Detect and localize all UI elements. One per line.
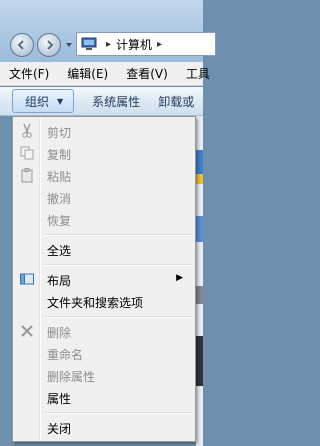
menu-item-undo[interactable]: 撤消	[15, 186, 193, 208]
uninstall-button[interactable]: 卸载或	[158, 93, 194, 110]
menu-item-label: 布局	[47, 274, 72, 288]
organize-menu: 剪切 复制 粘贴 撤消 恢复 全选 布局 ▶ 文件夹和搜索选项 删除 重命名 删…	[12, 116, 196, 442]
menu-item-delete[interactable]: 删除	[15, 320, 193, 342]
menu-item-label: 恢复	[47, 214, 72, 228]
menu-separator	[43, 234, 193, 236]
menu-item-label: 删除属性	[47, 370, 96, 384]
organize-button[interactable]: 组织 ▼	[12, 89, 75, 113]
menu-item-folder-options[interactable]: 文件夹和搜索选项	[15, 290, 193, 312]
scissors-icon	[22, 123, 32, 138]
menu-item-properties[interactable]: 属性	[15, 386, 193, 408]
recent-pages-dropdown-icon[interactable]	[65, 41, 73, 49]
command-bar: 组织 ▼ 系统属性 卸载或	[0, 87, 203, 116]
menu-item-paste[interactable]: 粘贴	[15, 164, 193, 186]
menu-file[interactable]: 文件(F)	[0, 65, 58, 82]
menu-item-layout[interactable]: 布局 ▶	[15, 268, 193, 290]
content-thumb	[196, 336, 203, 386]
menu-separator	[43, 412, 193, 414]
menu-item-label: 全选	[47, 244, 72, 258]
system-properties-button[interactable]: 系统属性	[92, 93, 140, 110]
menu-item-label: 复制	[47, 148, 72, 162]
menu-item-close[interactable]: 关闭	[15, 416, 193, 438]
menu-item-label: 关闭	[47, 422, 72, 436]
content-thumb	[196, 286, 203, 304]
address-chevron-2[interactable]: ▸	[157, 39, 162, 50]
menu-item-label: 属性	[47, 392, 72, 406]
menu-item-select-all[interactable]: 全选	[15, 238, 193, 260]
menu-item-label: 删除	[47, 326, 72, 340]
content-thumb	[196, 174, 203, 184]
address-chevron[interactable]: ▸	[106, 39, 111, 50]
forward-button[interactable]	[37, 33, 61, 57]
delete-x-icon	[21, 325, 33, 337]
menu-separator	[43, 316, 193, 318]
menu-item-label: 重命名	[47, 348, 84, 362]
content-thumb	[196, 150, 203, 174]
content-thumb	[196, 216, 203, 242]
menu-item-label: 撤消	[47, 192, 72, 206]
back-button[interactable]	[10, 33, 34, 57]
address-path[interactable]: 计算机	[116, 36, 152, 53]
menu-item-remove-properties[interactable]: 删除属性	[15, 364, 193, 386]
content-pane-edge	[196, 116, 203, 446]
menu-item-copy[interactable]: 复制	[15, 142, 193, 164]
menu-item-rename[interactable]: 重命名	[15, 342, 193, 364]
copy-icon	[20, 146, 34, 160]
menu-item-label: 粘贴	[47, 170, 72, 184]
menu-tools[interactable]: 工具	[177, 65, 219, 82]
window-titlebar: ▸ 计算机 ▸	[0, 0, 216, 62]
organize-label: 组织	[25, 94, 50, 109]
back-arrow-icon	[17, 40, 24, 50]
submenu-arrow-icon: ▶	[176, 273, 183, 283]
menu-separator	[43, 264, 193, 266]
menu-item-redo[interactable]: 恢复	[15, 208, 193, 230]
clipboard-icon	[21, 168, 33, 183]
menu-item-label: 剪切	[47, 126, 72, 140]
menu-view[interactable]: 查看(V)	[117, 65, 177, 82]
menu-bar: 文件(F) 编辑(E) 查看(V) 工具	[0, 62, 210, 86]
forward-arrow-icon	[47, 40, 54, 50]
menu-item-label: 文件夹和搜索选项	[47, 296, 144, 310]
computer-icon	[81, 37, 97, 50]
address-bar[interactable]: ▸ 计算机 ▸	[76, 32, 216, 56]
menu-item-cut[interactable]: 剪切	[15, 120, 193, 142]
menu-edit[interactable]: 编辑(E)	[58, 65, 117, 82]
organize-dropdown-icon: ▼	[57, 96, 64, 106]
layout-icon	[20, 273, 34, 285]
